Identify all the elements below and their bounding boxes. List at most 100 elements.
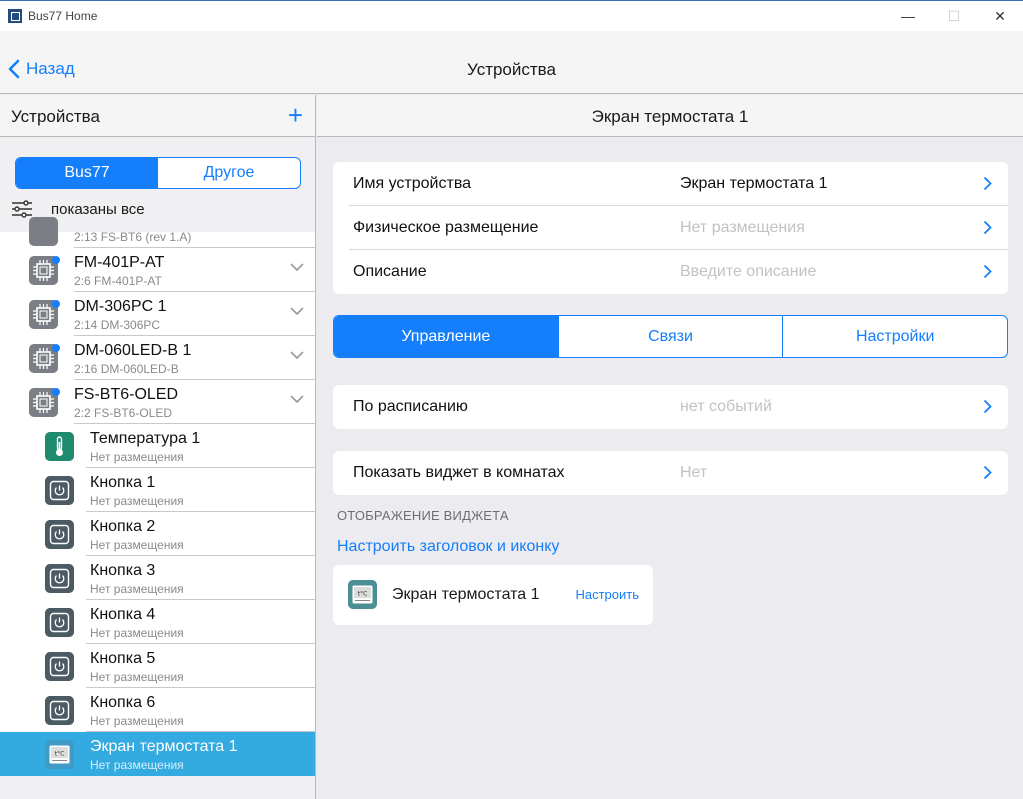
channel-name: Экран термостата 1: [90, 738, 238, 755]
device-name: DM-306PC 1: [74, 298, 167, 315]
field-label: Имя устройства: [353, 175, 472, 192]
thermostat-glyph: t°C: [55, 751, 65, 758]
channel-sub: Нет размещения: [90, 670, 184, 684]
status-dot: [52, 344, 60, 352]
status-dot: [52, 300, 60, 308]
device-row-fm-401p-at[interactable]: FM-401P-AT 2:6 FM-401P-AT: [0, 248, 315, 292]
device-row-dm-306pc[interactable]: DM-306PC 1 2:14 DM-306PC: [0, 292, 315, 336]
tab-settings[interactable]: Настройки: [782, 316, 1007, 357]
field-label: Описание: [353, 263, 427, 280]
device-row-fs-bt6-oled[interactable]: FS-BT6-OLED 2:2 FS-BT6-OLED: [0, 380, 315, 424]
channel-row-button-3[interactable]: Кнопка 3 Нет размещения: [0, 556, 315, 600]
chevron-down-icon[interactable]: [290, 307, 304, 316]
field-label: Показать виджет в комнатах: [353, 464, 565, 481]
device-detail-panel: Экран термостата 1 Имя устройства Экран …: [317, 95, 1023, 799]
close-button[interactable]: ✕: [977, 1, 1023, 31]
channel-name: Кнопка 5: [90, 650, 156, 667]
field-value: нет событий: [680, 398, 772, 415]
channel-sub: Нет размещения: [90, 758, 184, 772]
filter-label: показаны все: [51, 200, 145, 218]
field-label: Физическое размещение: [353, 219, 539, 236]
window-titlebar: Bus77 Home — ☐ ✕: [0, 0, 1023, 31]
detail-tabs: Управление Связи Настройки: [333, 315, 1008, 358]
device-name: DM-060LED-B 1: [74, 342, 192, 359]
chevron-right-icon: [983, 176, 992, 191]
channel-name: Кнопка 1: [90, 474, 156, 491]
channel-row-button-1[interactable]: Кнопка 1 Нет размещения: [0, 468, 315, 512]
field-physical-location[interactable]: Физическое размещение Нет размещения: [333, 206, 1008, 250]
field-widget-rooms[interactable]: Показать виджет в комнатах Нет: [333, 451, 1008, 495]
segment-bus77[interactable]: Bus77: [16, 158, 158, 188]
filter-button[interactable]: показаны все: [11, 200, 145, 218]
widget-configure-button[interactable]: Настроить: [575, 587, 639, 602]
app-logo-icon: [8, 9, 22, 23]
device-sub: 2:6 FM-401P-AT: [74, 274, 162, 288]
schedule-card: По расписанию нет событий: [333, 385, 1008, 429]
maximize-button[interactable]: ☐: [931, 1, 977, 31]
thermometer-icon: [45, 432, 74, 461]
add-device-button[interactable]: +: [288, 102, 303, 128]
device-row-fs-bt6[interactable]: 2:13 FS-BT6 (rev 1.A): [0, 217, 315, 248]
chevron-down-icon[interactable]: [290, 263, 304, 272]
detail-title: Экран термостата 1: [317, 95, 1023, 137]
status-dot: [52, 388, 60, 396]
channel-row-thermostat-screen[interactable]: t°C Экран термостата 1 Нет размещения: [0, 732, 315, 776]
window-title: Bus77 Home: [28, 9, 98, 23]
segment-other[interactable]: Другое: [158, 158, 300, 188]
field-value: Нет размещения: [680, 219, 805, 236]
status-dot: [52, 256, 60, 264]
window-controls: — ☐ ✕: [885, 1, 1023, 31]
thermostat-glyph: t°C: [358, 591, 368, 598]
device-source-segmented: Bus77 Другое: [15, 157, 301, 189]
chevron-right-icon: [983, 264, 992, 279]
power-button-icon: [45, 476, 74, 505]
device-row-dm-060led-b[interactable]: DM-060LED-B 1 2:16 DM-060LED-B: [0, 336, 315, 380]
channel-row-button-5[interactable]: Кнопка 5 Нет размещения: [0, 644, 315, 688]
power-button-icon: [45, 608, 74, 637]
channel-name: Кнопка 3: [90, 562, 156, 579]
field-description[interactable]: Описание Введите описание: [333, 250, 1008, 294]
chevron-right-icon: [983, 399, 992, 414]
thermostat-screen-icon: t°C: [348, 580, 377, 609]
tab-control[interactable]: Управление: [334, 316, 558, 357]
field-value: Экран термостата 1: [680, 175, 828, 192]
page-title: Устройства: [467, 60, 556, 79]
channel-name: Кнопка 6: [90, 694, 156, 711]
field-label: По расписанию: [353, 398, 468, 415]
field-value: Введите описание: [680, 263, 817, 280]
channel-sub: Нет размещения: [90, 714, 184, 728]
widget-preview-card: t°C Экран термостата 1 Настроить: [333, 565, 653, 625]
widget-rooms-card: Показать виджет в комнатах Нет: [333, 451, 1008, 495]
chevron-down-icon[interactable]: [290, 395, 304, 404]
power-button-icon: [45, 520, 74, 549]
nav-bar: Назад Устройства: [0, 31, 1023, 94]
channel-row-button-4[interactable]: Кнопка 4 Нет размещения: [0, 600, 315, 644]
minimize-button[interactable]: —: [885, 1, 931, 31]
device-sub: 2:14 DM-306PC: [74, 318, 161, 332]
chevron-down-icon[interactable]: [290, 351, 304, 360]
channel-name: Температура 1: [90, 430, 201, 447]
channel-name: Кнопка 4: [90, 606, 156, 623]
power-button-icon: [45, 564, 74, 593]
devices-panel: Устройства + Bus77 Другое показаны все 2…: [0, 95, 316, 799]
device-sub: 2:13 FS-BT6 (rev 1.A): [74, 230, 192, 244]
field-device-name[interactable]: Имя устройства Экран термостата 1: [333, 162, 1008, 206]
configure-title-icon-link[interactable]: Настроить заголовок и иконку: [337, 538, 559, 556]
channel-sub: Нет размещения: [90, 582, 184, 596]
device-name: FM-401P-AT: [74, 254, 165, 271]
field-schedule[interactable]: По расписанию нет событий: [333, 385, 1008, 429]
channel-sub: Нет размещения: [90, 494, 184, 508]
tab-links[interactable]: Связи: [557, 316, 783, 357]
devices-panel-title: Устройства: [11, 107, 100, 126]
channel-row-button-2[interactable]: Кнопка 2 Нет размещения: [0, 512, 315, 556]
power-button-icon: [45, 696, 74, 725]
channel-row-button-6[interactable]: Кнопка 6 Нет размещения: [0, 688, 315, 732]
filter-sliders-icon: [12, 200, 32, 218]
channel-row-temperature[interactable]: Температура 1 Нет размещения: [0, 424, 315, 468]
device-info-card: Имя устройства Экран термостата 1 Физиче…: [333, 162, 1008, 294]
device-list: 2:13 FS-BT6 (rev 1.A) FM-401P-AT 2:6 FM-…: [0, 217, 315, 776]
device-sub: 2:16 DM-060LED-B: [74, 362, 179, 376]
chevron-right-icon: [983, 465, 992, 480]
field-value: Нет: [680, 464, 708, 481]
chip-icon: [29, 217, 58, 246]
